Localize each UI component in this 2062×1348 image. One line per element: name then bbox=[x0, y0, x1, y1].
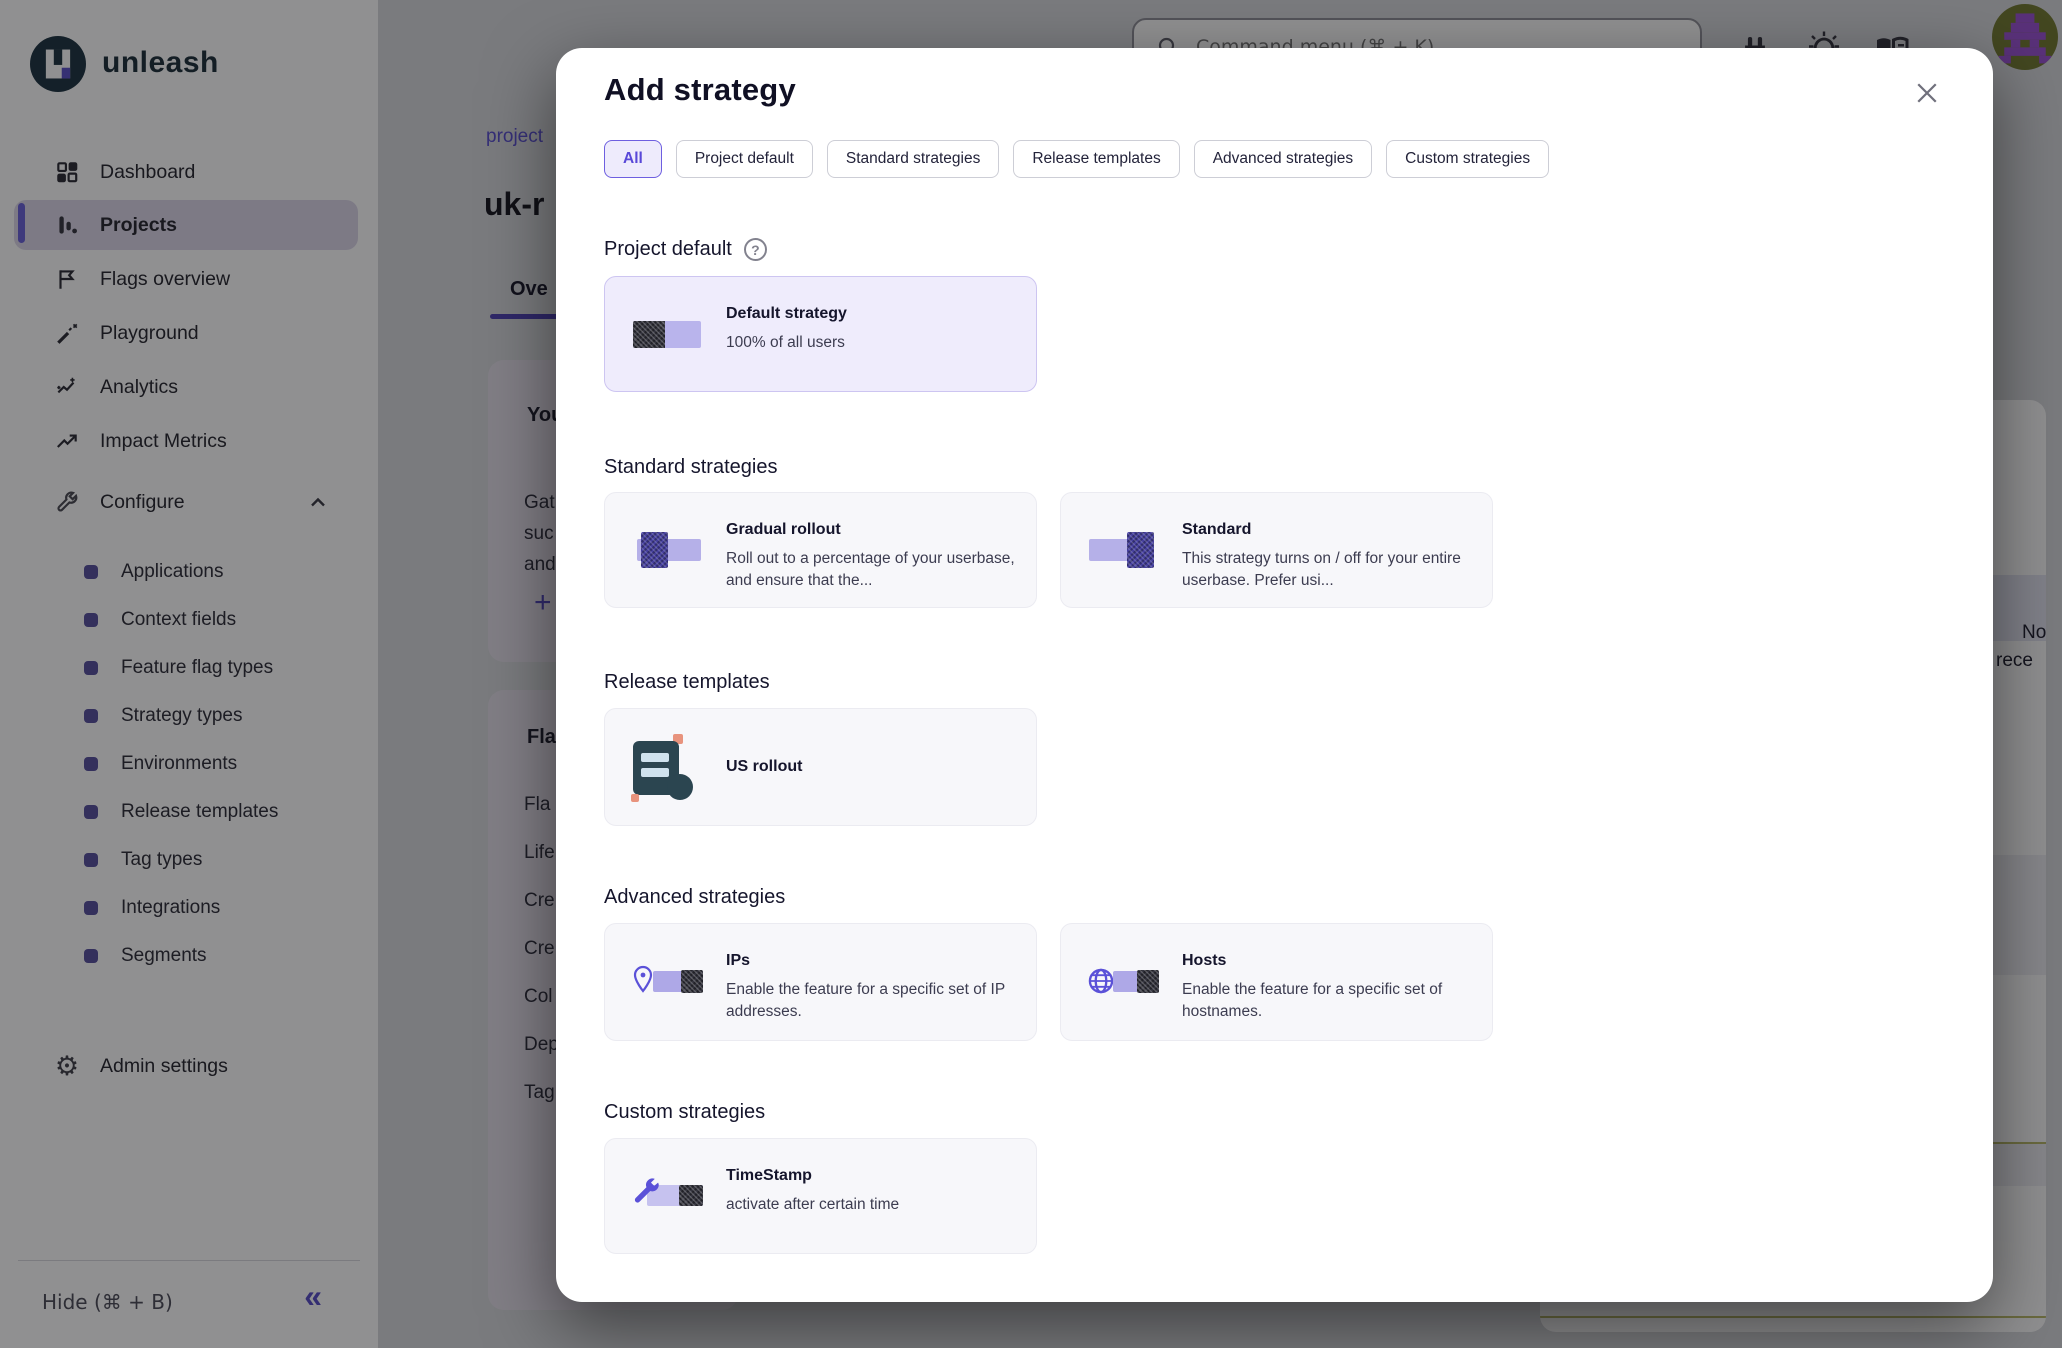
globe-icon bbox=[1087, 949, 1161, 1015]
strategy-card-timestamp[interactable]: TimeStamp activate after certain time bbox=[604, 1138, 1037, 1254]
strategy-card-hosts[interactable]: Hosts Enable the feature for a specific … bbox=[1060, 923, 1493, 1041]
strategy-card-us-rollout[interactable]: US rollout bbox=[604, 708, 1037, 826]
section-title-advanced-strategies: Advanced strategies bbox=[604, 886, 785, 909]
ip-pin-icon bbox=[631, 949, 705, 1015]
app-root: unleash Dashboard bbox=[0, 0, 2062, 1348]
filter-chip-release-templates[interactable]: Release templates bbox=[1013, 140, 1179, 178]
strategy-card-default-strategy[interactable]: Default strategy 100% of all users bbox=[604, 276, 1037, 392]
custom-strategy-wrench-icon bbox=[631, 1163, 705, 1229]
filter-chip-custom-strategies[interactable]: Custom strategies bbox=[1386, 140, 1549, 178]
release-template-icon bbox=[631, 734, 705, 800]
filter-chip-project-default[interactable]: Project default bbox=[676, 140, 813, 178]
default-strategy-icon bbox=[631, 301, 705, 367]
filter-chip-all[interactable]: All bbox=[604, 140, 662, 178]
section-title-release-templates: Release templates bbox=[604, 671, 770, 694]
section-title-standard-strategies: Standard strategies bbox=[604, 456, 777, 479]
section-title-custom-strategies: Custom strategies bbox=[604, 1101, 765, 1124]
section-title-project-default: Project default ? bbox=[604, 238, 767, 261]
standard-strategy-icon bbox=[1087, 517, 1161, 583]
add-strategy-modal: Add strategy All Project default Standar… bbox=[556, 48, 1993, 1302]
strategy-card-gradual-rollout[interactable]: Gradual rollout Roll out to a percentage… bbox=[604, 492, 1037, 608]
gradual-rollout-icon bbox=[631, 517, 705, 583]
close-icon[interactable] bbox=[1912, 78, 1944, 110]
help-icon[interactable]: ? bbox=[744, 238, 767, 261]
filter-chip-advanced-strategies[interactable]: Advanced strategies bbox=[1194, 140, 1372, 178]
filter-chip-standard-strategies[interactable]: Standard strategies bbox=[827, 140, 999, 178]
strategy-card-standard[interactable]: Standard This strategy turns on / off fo… bbox=[1060, 492, 1493, 608]
strategy-filter-chips: All Project default Standard strategies … bbox=[604, 140, 1549, 178]
modal-title: Add strategy bbox=[604, 72, 796, 108]
strategy-card-ips[interactable]: IPs Enable the feature for a specific se… bbox=[604, 923, 1037, 1041]
